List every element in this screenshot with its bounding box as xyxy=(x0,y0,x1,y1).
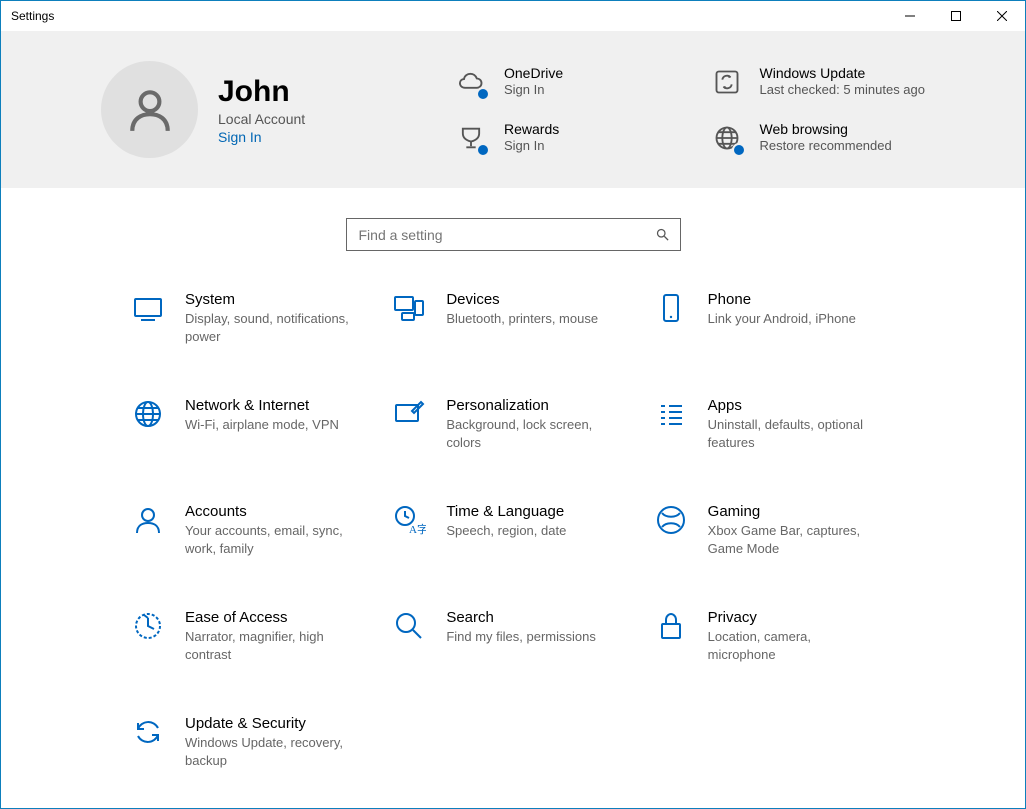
category-gaming[interactable]: Gaming Xbox Game Bar, captures, Game Mode xyxy=(654,503,895,557)
tile-title: Web browsing xyxy=(760,121,892,137)
onedrive-icon xyxy=(454,65,488,99)
time-language-icon: A字 xyxy=(392,503,426,537)
category-title: Phone xyxy=(708,291,856,308)
category-ease-of-access[interactable]: Ease of Access Narrator, magnifier, high … xyxy=(131,609,372,663)
search-icon xyxy=(392,609,426,643)
gaming-icon xyxy=(654,503,688,537)
lock-icon xyxy=(654,609,688,643)
titlebar: Settings xyxy=(1,1,1025,31)
tile-web-browsing[interactable]: Web browsing Restore recommended xyxy=(710,121,926,155)
search-icon xyxy=(655,227,670,242)
apps-icon xyxy=(654,397,688,431)
user-name: John xyxy=(218,75,305,108)
category-title: Accounts xyxy=(185,503,355,520)
category-sub: Location, camera, microphone xyxy=(708,628,878,663)
tile-title: Rewards xyxy=(504,121,559,137)
category-accounts[interactable]: Accounts Your accounts, email, sync, work… xyxy=(131,503,372,557)
minimize-icon xyxy=(905,11,915,21)
category-sub: Link your Android, iPhone xyxy=(708,310,856,328)
category-personalization[interactable]: Personalization Background, lock screen, … xyxy=(392,397,633,451)
close-button[interactable] xyxy=(979,1,1025,31)
globe-icon xyxy=(131,397,165,431)
category-title: Network & Internet xyxy=(185,397,339,414)
category-title: Update & Security xyxy=(185,715,355,732)
category-privacy[interactable]: Privacy Location, camera, microphone xyxy=(654,609,895,663)
rewards-icon xyxy=(454,121,488,155)
category-sub: Background, lock screen, colors xyxy=(446,416,616,451)
category-title: Privacy xyxy=(708,609,878,626)
search-box[interactable] xyxy=(346,218,681,251)
category-sub: Find my files, permissions xyxy=(446,628,596,646)
update-icon xyxy=(131,715,165,749)
category-title: System xyxy=(185,291,355,308)
hero-tiles: OneDrive Sign In Windows Update Last che… xyxy=(454,61,925,155)
tile-sub: Last checked: 5 minutes ago xyxy=(760,82,926,97)
ease-of-access-icon xyxy=(131,609,165,643)
sync-icon xyxy=(710,65,744,99)
category-devices[interactable]: Devices Bluetooth, printers, mouse xyxy=(392,291,633,345)
tile-onedrive[interactable]: OneDrive Sign In xyxy=(454,65,670,99)
settings-grid: System Display, sound, notifications, pow… xyxy=(1,291,1025,808)
category-system[interactable]: System Display, sound, notifications, pow… xyxy=(131,291,372,345)
globe-icon xyxy=(710,121,744,155)
category-title: Apps xyxy=(708,397,878,414)
tile-sub: Sign In xyxy=(504,82,563,97)
accounts-icon xyxy=(131,503,165,537)
account-type: Local Account xyxy=(218,111,305,127)
minimize-button[interactable] xyxy=(887,1,933,31)
category-update-security[interactable]: Update & Security Windows Update, recover… xyxy=(131,715,372,769)
tile-sub: Restore recommended xyxy=(760,138,892,153)
maximize-icon xyxy=(951,11,961,21)
category-time[interactable]: A字 Time & Language Speech, region, date xyxy=(392,503,633,557)
devices-icon xyxy=(392,291,426,325)
category-title: Personalization xyxy=(446,397,616,414)
category-sub: Display, sound, notifications, power xyxy=(185,310,355,345)
close-icon xyxy=(997,11,1007,21)
tile-title: Windows Update xyxy=(760,65,926,81)
category-title: Ease of Access xyxy=(185,609,355,626)
category-title: Search xyxy=(446,609,596,626)
account-hero: John Local Account Sign In OneDrive Sign… xyxy=(1,31,1025,188)
phone-icon xyxy=(654,291,688,325)
search-wrap xyxy=(1,188,1025,291)
window-title: Settings xyxy=(11,9,54,23)
personalization-icon xyxy=(392,397,426,431)
signin-link[interactable]: Sign In xyxy=(218,129,305,145)
status-dot-icon xyxy=(476,87,490,101)
content-scroll[interactable]: John Local Account Sign In OneDrive Sign… xyxy=(1,31,1025,808)
category-title: Gaming xyxy=(708,503,878,520)
status-dot-icon xyxy=(732,143,746,157)
tile-sub: Sign In xyxy=(504,138,559,153)
maximize-button[interactable] xyxy=(933,1,979,31)
svg-text:A字: A字 xyxy=(409,522,426,536)
category-network[interactable]: Network & Internet Wi-Fi, airplane mode, … xyxy=(131,397,372,451)
settings-window: Settings John xyxy=(0,0,1026,809)
category-apps[interactable]: Apps Uninstall, defaults, optional featur… xyxy=(654,397,895,451)
system-icon xyxy=(131,291,165,325)
window-controls xyxy=(887,1,1025,31)
avatar xyxy=(101,61,198,158)
tile-windows-update[interactable]: Windows Update Last checked: 5 minutes a… xyxy=(710,65,926,99)
category-phone[interactable]: Phone Link your Android, iPhone xyxy=(654,291,895,345)
category-sub: Uninstall, defaults, optional features xyxy=(708,416,878,451)
category-title: Devices xyxy=(446,291,598,308)
tile-title: OneDrive xyxy=(504,65,563,81)
person-icon xyxy=(125,85,175,135)
status-dot-icon xyxy=(476,143,490,157)
category-sub: Xbox Game Bar, captures, Game Mode xyxy=(708,522,878,557)
category-search[interactable]: Search Find my files, permissions xyxy=(392,609,633,663)
category-sub: Speech, region, date xyxy=(446,522,566,540)
category-sub: Bluetooth, printers, mouse xyxy=(446,310,598,328)
account-block[interactable]: John Local Account Sign In xyxy=(101,61,421,158)
category-sub: Narrator, magnifier, high contrast xyxy=(185,628,355,663)
category-sub: Wi-Fi, airplane mode, VPN xyxy=(185,416,339,434)
category-sub: Your accounts, email, sync, work, family xyxy=(185,522,355,557)
search-input[interactable] xyxy=(357,226,655,244)
category-sub: Windows Update, recovery, backup xyxy=(185,734,355,769)
tile-rewards[interactable]: Rewards Sign In xyxy=(454,121,670,155)
account-text: John Local Account Sign In xyxy=(218,75,305,145)
category-title: Time & Language xyxy=(446,503,566,520)
